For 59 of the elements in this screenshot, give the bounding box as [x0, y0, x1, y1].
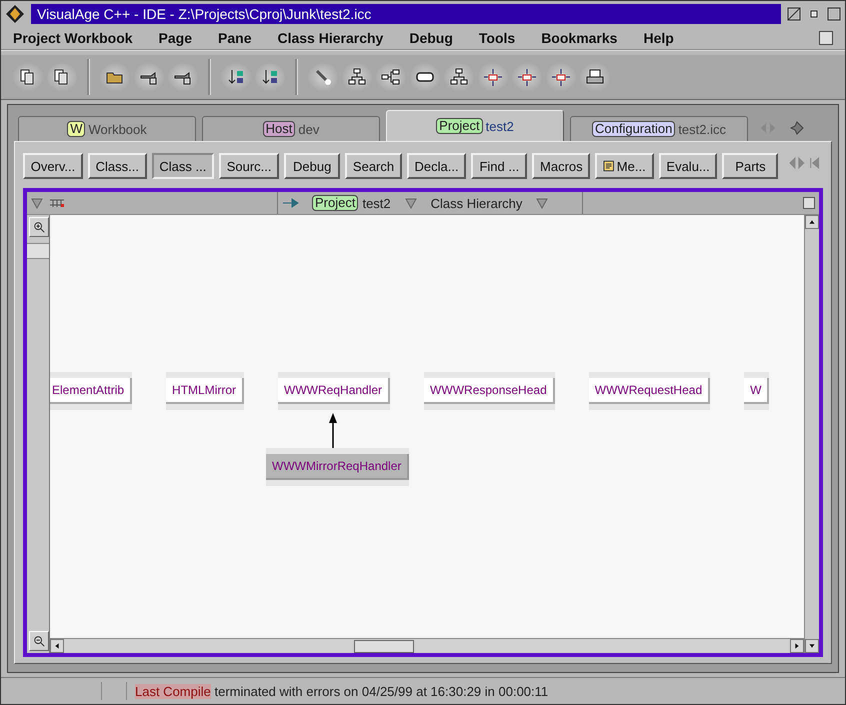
- view-button[interactable]: Class...: [88, 153, 147, 179]
- dropdown-icon[interactable]: [404, 197, 417, 209]
- hierarchy-icon: [449, 67, 469, 87]
- zoom-in-icon: [33, 221, 45, 233]
- view-button[interactable]: Me...: [595, 153, 654, 179]
- expand-icon: [517, 67, 537, 87]
- view-button[interactable]: Evalu...: [658, 153, 718, 179]
- dropdown-icon[interactable]: [536, 197, 548, 209]
- window-title: VisualAge C++ - IDE - Z:\Projects\Cproj\Junk\test2.icc: [31, 4, 781, 24]
- scroll-left-icon[interactable]: [50, 639, 64, 653]
- note-icon: [603, 160, 615, 172]
- menu-item[interactable]: Bookmarks: [541, 30, 618, 46]
- app-icon[interactable]: [5, 4, 25, 24]
- view-button[interactable]: Macros: [532, 153, 590, 179]
- maximize-button[interactable]: [827, 7, 841, 21]
- view-button[interactable]: Sourc...: [219, 153, 280, 179]
- notebook-tab[interactable]: Project test2: [386, 110, 564, 141]
- scroll-up-icon[interactable]: [805, 215, 819, 229]
- slider-thumb[interactable]: [27, 243, 49, 259]
- view-button[interactable]: Overv...: [23, 153, 83, 179]
- zoom-out-icon: [33, 635, 45, 647]
- project-name: test2: [362, 196, 391, 210]
- zoom-out-button[interactable]: [29, 631, 49, 651]
- menu-item[interactable]: Tools: [478, 30, 516, 46]
- restore-button[interactable]: [787, 7, 801, 21]
- menu-item[interactable]: Page: [158, 30, 192, 46]
- view-button[interactable]: Decla...: [406, 153, 466, 179]
- scroll-right-icon[interactable]: [790, 639, 804, 653]
- menu-item[interactable]: Help: [643, 30, 674, 46]
- inheritance-arrow: [328, 412, 338, 448]
- notebook-tab[interactable]: Configuration test2.icc: [570, 116, 748, 141]
- expand-icon: [483, 67, 503, 87]
- status-message: Last Compile terminated with errors on 04/25/99 at 16:30:29 in 00:00:11: [135, 684, 548, 698]
- arrow-icon: [282, 197, 300, 209]
- maximize-pane-button[interactable]: [803, 197, 815, 209]
- notebook-tab[interactable]: Host dev: [202, 116, 380, 141]
- view-name: Class Hierarchy: [430, 196, 522, 210]
- filter-icon[interactable]: [31, 197, 43, 209]
- menu-item[interactable]: Debug: [409, 30, 453, 46]
- notebook-tab[interactable]: W Workbook: [18, 116, 196, 141]
- tree-icon: [347, 67, 367, 87]
- window-menu-button[interactable]: [819, 31, 833, 45]
- view-button[interactable]: Search: [345, 153, 402, 179]
- horizontal-scrollbar[interactable]: [50, 638, 804, 653]
- view-button[interactable]: Find ...: [471, 153, 528, 179]
- view-button[interactable]: Debug: [284, 153, 340, 179]
- view-button[interactable]: Parts: [722, 153, 778, 179]
- tree-icon[interactable]: [49, 197, 65, 209]
- scroll-thumb[interactable]: [354, 640, 414, 653]
- tree-icon: [381, 67, 401, 87]
- view-button[interactable]: Class ...: [152, 153, 214, 179]
- vertical-scrollbar[interactable]: [804, 215, 819, 653]
- project-badge: Project: [312, 195, 358, 211]
- menu-item[interactable]: Pane: [218, 30, 252, 46]
- scroll-down-icon[interactable]: [805, 639, 819, 653]
- menu-item[interactable]: Project Workbook: [13, 30, 133, 46]
- zoom-in-button[interactable]: [29, 217, 49, 237]
- wand-icon: [313, 67, 333, 87]
- menu-item[interactable]: Class Hierarchy: [277, 30, 384, 46]
